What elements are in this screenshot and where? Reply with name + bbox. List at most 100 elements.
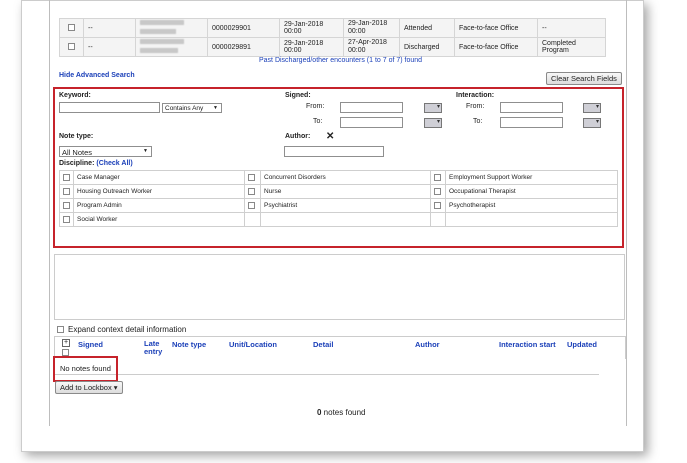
discipline-checkbox[interactable] xyxy=(63,173,70,181)
discipline-row: Social Worker xyxy=(59,212,618,227)
table-cell: 0000029891 xyxy=(207,37,280,57)
discipline-checkbox[interactable] xyxy=(248,173,255,181)
checkbox-cell[interactable] xyxy=(244,170,261,185)
interaction-label: Interaction: xyxy=(456,92,495,99)
past-encounters-link[interactable]: Past Discharged/other encounters (1 to 7… xyxy=(259,57,422,64)
discipline-checkbox[interactable] xyxy=(63,215,70,223)
interaction-from-label: From: xyxy=(466,103,485,110)
discipline-checkbox[interactable] xyxy=(63,201,70,209)
expand-all-icon[interactable]: + xyxy=(62,339,70,347)
add-to-lockbox-label: Add to Lockbox xyxy=(60,383,112,392)
discipline-row: Program Admin Psychiatrist Psychotherapi… xyxy=(59,198,618,213)
row-checkbox-cell[interactable] xyxy=(59,18,84,38)
discipline-label: Social Worker xyxy=(73,212,245,227)
discipline-label: Concurrent Disorders xyxy=(260,170,431,185)
expand-context-row[interactable]: Expand context detail information xyxy=(57,325,186,334)
calendar-icon[interactable] xyxy=(424,118,442,128)
discipline-checkbox[interactable] xyxy=(248,187,255,195)
discipline-label: Housing Outreach Worker xyxy=(73,184,245,199)
column-updated[interactable]: Updated xyxy=(567,340,597,349)
table-cell: 0000029901 xyxy=(207,18,280,38)
column-signed[interactable]: Signed xyxy=(78,340,103,349)
discipline-row: Case Manager Concurrent Disorders Employ… xyxy=(59,170,618,185)
checkbox-cell[interactable] xyxy=(59,212,74,227)
hide-advanced-search-link[interactable]: Hide Advanced Search xyxy=(59,72,135,79)
chevron-down-icon: ▼ xyxy=(213,105,218,111)
checkbox-cell[interactable] xyxy=(430,170,446,185)
calendar-icon[interactable] xyxy=(583,118,601,128)
table-cell: 29-Jan-2018 00:00 xyxy=(279,37,344,57)
table-cell: Attended xyxy=(399,18,455,38)
table-cell: Completed Program xyxy=(537,37,606,57)
table-cell: Discharged xyxy=(399,37,455,57)
empty-cell xyxy=(260,212,431,227)
empty-cell xyxy=(430,212,446,227)
redacted-text xyxy=(140,39,184,44)
note-type-select[interactable]: All Notes ▼ xyxy=(59,146,152,157)
author-input[interactable] xyxy=(284,146,384,157)
calendar-icon[interactable] xyxy=(424,103,442,113)
row-checkbox-cell[interactable] xyxy=(59,37,84,57)
discipline-checkbox[interactable] xyxy=(63,187,70,195)
column-unit-location[interactable]: Unit/Location xyxy=(229,340,277,349)
checkbox-cell[interactable] xyxy=(59,170,74,185)
encounters-table: -- 0000029901 29-Jan-2018 00:00 29-Jan-2… xyxy=(59,18,606,57)
table-cell: 29-Jan-2018 00:00 xyxy=(343,18,400,38)
notes-found-label: notes found xyxy=(321,408,366,417)
note-type-label: Note type: xyxy=(59,133,94,140)
discipline-header: Discipline: (Check All) xyxy=(59,160,133,167)
keyword-input[interactable] xyxy=(59,102,160,113)
signed-from-input[interactable] xyxy=(340,102,403,113)
column-late-entry[interactable]: Late entry xyxy=(144,340,166,356)
contains-select-value: Contains Any xyxy=(165,105,204,112)
checkbox-cell[interactable] xyxy=(430,184,446,199)
table-cell: Face-to-face Office xyxy=(454,18,538,38)
row-checkbox[interactable] xyxy=(68,24,75,32)
table-row[interactable]: -- 0000029901 29-Jan-2018 00:00 29-Jan-2… xyxy=(59,18,606,38)
row-checkbox[interactable] xyxy=(68,43,75,51)
table-cell: -- xyxy=(83,18,136,38)
expand-context-label: Expand context detail information xyxy=(68,325,187,334)
checkbox-cell[interactable] xyxy=(244,184,261,199)
signed-from-label: From: xyxy=(306,103,325,110)
signed-to-input[interactable] xyxy=(340,117,403,128)
discipline-row: Housing Outreach Worker Nurse Occupation… xyxy=(59,184,618,199)
signed-label: Signed: xyxy=(285,92,311,99)
table-cell: Face-to-face Office xyxy=(454,37,538,57)
checkbox-cell[interactable] xyxy=(59,198,74,213)
check-all-link[interactable]: (Check All) xyxy=(96,160,132,167)
discipline-checkbox[interactable] xyxy=(434,173,441,181)
discipline-checkbox[interactable] xyxy=(434,201,441,209)
discipline-checkbox[interactable] xyxy=(248,201,255,209)
checkbox-cell[interactable] xyxy=(59,184,74,199)
interaction-from-input[interactable] xyxy=(500,102,563,113)
discipline-label: Psychiatrist xyxy=(260,198,431,213)
discipline-checkbox[interactable] xyxy=(434,187,441,195)
column-note-type[interactable]: Note type xyxy=(172,340,206,349)
checkbox-cell[interactable] xyxy=(430,198,446,213)
keyword-label: Keyword: xyxy=(59,92,91,99)
empty-cell xyxy=(244,212,261,227)
chevron-down-icon: ▾ xyxy=(113,383,118,392)
interaction-to-input[interactable] xyxy=(500,117,563,128)
no-notes-message: No notes found xyxy=(60,364,111,373)
discipline-label: Employment Support Worker xyxy=(445,170,618,185)
clear-search-fields-button[interactable]: Clear Search Fields xyxy=(546,72,622,85)
select-all-checkbox[interactable] xyxy=(62,349,69,356)
discipline-label: Program Admin xyxy=(73,198,245,213)
blurred-name-cell xyxy=(135,18,208,38)
blurred-name-cell xyxy=(135,37,208,57)
checkbox-cell[interactable] xyxy=(244,198,261,213)
table-row[interactable]: -- 0000029891 29-Jan-2018 00:00 27-Apr-2… xyxy=(59,37,606,57)
discipline-label: Case Manager xyxy=(73,170,245,185)
table-cell: 29-Jan-2018 00:00 xyxy=(279,18,344,38)
calendar-icon[interactable] xyxy=(583,103,601,113)
expand-context-checkbox[interactable] xyxy=(57,326,64,334)
column-author[interactable]: Author xyxy=(415,340,440,349)
column-interaction-start[interactable]: Interaction start xyxy=(499,340,556,349)
add-to-lockbox-button[interactable]: Add to Lockbox ▾ xyxy=(55,381,123,394)
table-cell: -- xyxy=(537,18,606,38)
contains-select[interactable]: Contains Any ▼ xyxy=(162,103,222,113)
close-icon[interactable]: ✕ xyxy=(326,131,334,142)
column-detail[interactable]: Detail xyxy=(313,340,333,349)
